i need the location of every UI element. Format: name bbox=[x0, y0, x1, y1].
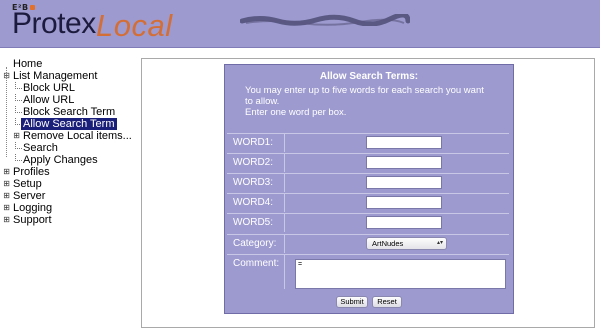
word2-label: WORD2: bbox=[233, 157, 273, 168]
nav-item-label[interactable]: Apply Changes bbox=[23, 154, 98, 166]
nav-item-label[interactable]: Block URL bbox=[23, 82, 75, 94]
submit-button[interactable]: Submit bbox=[336, 296, 368, 308]
category-value: ArtNudes bbox=[372, 239, 404, 248]
word4-field[interactable] bbox=[366, 196, 442, 209]
word4-row: WORD4: bbox=[227, 193, 509, 212]
nav-item-label[interactable]: Allow Search Term bbox=[21, 118, 117, 130]
category-row: Category: ArtNudes ▴▾ bbox=[227, 234, 509, 253]
nav-item-label[interactable]: Allow URL bbox=[23, 94, 74, 106]
word3-label: WORD3: bbox=[233, 177, 273, 188]
category-label: Category: bbox=[233, 238, 277, 249]
word5-field[interactable] bbox=[366, 216, 442, 229]
nav-item-setup[interactable]: ⊞ Setup bbox=[0, 178, 140, 190]
nav-item-allow-search-term[interactable]: Allow Search Term bbox=[0, 118, 140, 130]
nav-item-search[interactable]: Search bbox=[0, 142, 140, 154]
expand-icon[interactable]: ⊞ bbox=[3, 192, 10, 200]
form-description: You may enter up to five words for each … bbox=[245, 85, 507, 118]
expand-icon[interactable]: ⊞ bbox=[3, 216, 10, 224]
redacted-scribble bbox=[240, 14, 410, 26]
nav-item-remove-local-items[interactable]: ⊞ Remove Local items... bbox=[0, 130, 140, 142]
nav-item-profiles[interactable]: ⊞ Profiles bbox=[0, 166, 140, 178]
comment-textarea[interactable]: = bbox=[295, 259, 506, 289]
nav-item-block-url[interactable]: Block URL bbox=[0, 82, 140, 94]
nav-item-server[interactable]: ⊞ Server bbox=[0, 190, 140, 202]
word2-row: WORD2: bbox=[227, 153, 509, 172]
tree-branch bbox=[15, 82, 22, 89]
word2-field[interactable] bbox=[366, 156, 442, 169]
word5-row: WORD5: bbox=[227, 213, 509, 232]
app-header: E²B Protex Local bbox=[0, 0, 600, 48]
reset-button[interactable]: Reset bbox=[372, 296, 402, 308]
word4-label: WORD4: bbox=[233, 197, 273, 208]
nav-item-label[interactable]: Setup bbox=[13, 178, 42, 190]
word1-row: WORD1: bbox=[227, 133, 509, 152]
form-description-line: to allow. bbox=[245, 96, 280, 107]
form-description-line: You may enter up to five words for each … bbox=[245, 85, 484, 96]
nav-item-label[interactable]: Search bbox=[23, 142, 58, 154]
expand-icon[interactable]: ⊞ bbox=[3, 168, 10, 176]
nav-item-label[interactable]: List Management bbox=[13, 70, 97, 82]
allow-search-terms-form: Allow Search Terms: You may enter up to … bbox=[224, 64, 514, 314]
nav-item-block-search-term[interactable]: Block Search Term bbox=[0, 106, 140, 118]
row-divider bbox=[284, 235, 285, 253]
nav-item-logging[interactable]: ⊞ Logging bbox=[0, 202, 140, 214]
expand-icon[interactable]: ⊞ bbox=[13, 132, 20, 140]
nav-item-home[interactable]: Home bbox=[0, 58, 140, 70]
word3-field[interactable] bbox=[366, 176, 442, 189]
word1-field[interactable] bbox=[366, 136, 442, 149]
tree-branch bbox=[15, 94, 22, 101]
select-arrows-icon: ▴▾ bbox=[436, 240, 443, 246]
nav-item-label[interactable]: Block Search Term bbox=[23, 106, 115, 118]
row-divider bbox=[284, 134, 285, 152]
expand-icon[interactable]: ⊞ bbox=[3, 180, 10, 188]
nav-item-label[interactable]: Server bbox=[13, 190, 45, 202]
nav-item-label[interactable]: Support bbox=[13, 214, 52, 226]
collapse-icon[interactable]: ⊟ bbox=[3, 72, 10, 80]
form-title: Allow Search Terms: bbox=[319, 71, 419, 82]
word5-label: WORD5: bbox=[233, 217, 273, 228]
row-divider bbox=[284, 174, 285, 192]
row-divider bbox=[284, 214, 285, 232]
tree-branch bbox=[15, 154, 22, 161]
row-divider bbox=[284, 194, 285, 212]
logo-secondary: Local bbox=[96, 8, 173, 43]
form-description-line: Enter one word per box. bbox=[245, 107, 347, 118]
left-nav-tree: Home ⊟ List Management Block URL Allow U… bbox=[0, 58, 140, 226]
logo-primary: Protex bbox=[12, 7, 96, 40]
expand-icon[interactable]: ⊞ bbox=[3, 204, 10, 212]
nav-item-label[interactable]: Profiles bbox=[13, 166, 50, 178]
word3-row: WORD3: bbox=[227, 173, 509, 192]
comment-row: Comment: = bbox=[227, 254, 509, 289]
nav-item-list-management[interactable]: ⊟ List Management bbox=[0, 70, 140, 82]
comment-label: Comment: bbox=[233, 258, 280, 269]
row-divider bbox=[284, 255, 285, 289]
tree-branch bbox=[15, 142, 22, 149]
nav-item-label[interactable]: Logging bbox=[13, 202, 52, 214]
row-divider bbox=[284, 154, 285, 172]
category-select[interactable]: ArtNudes ▴▾ bbox=[366, 237, 447, 250]
nav-item-allow-url[interactable]: Allow URL bbox=[0, 94, 140, 106]
nav-item-apply-changes[interactable]: Apply Changes bbox=[0, 154, 140, 166]
nav-item-label[interactable]: Home bbox=[13, 58, 42, 70]
nav-item-label[interactable]: Remove Local items... bbox=[23, 130, 132, 142]
nav-item-support[interactable]: ⊞ Support bbox=[0, 214, 140, 226]
tree-branch bbox=[15, 106, 22, 113]
word1-label: WORD1: bbox=[233, 137, 273, 148]
